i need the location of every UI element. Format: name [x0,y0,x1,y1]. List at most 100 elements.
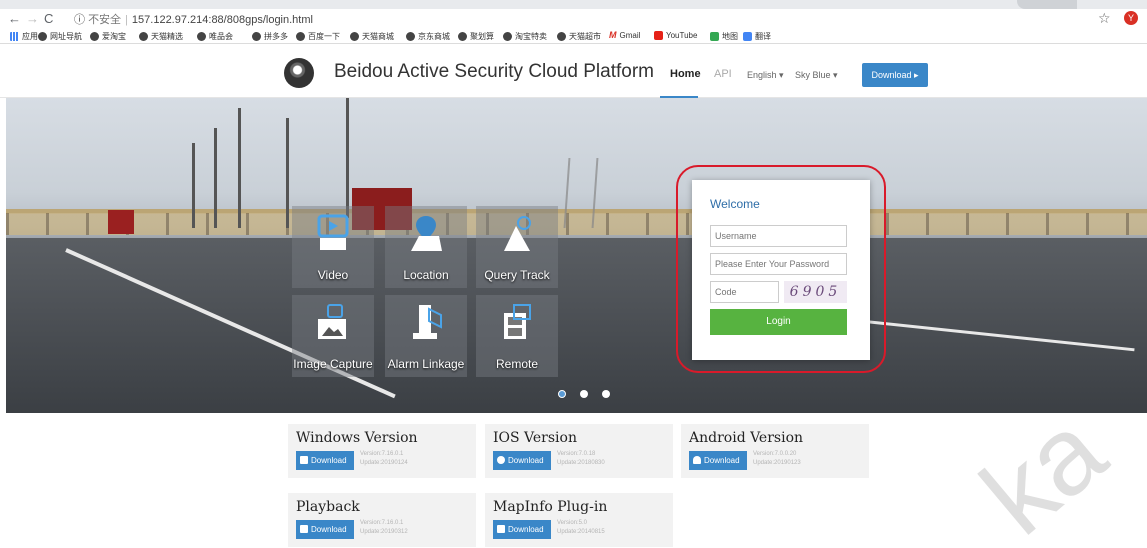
download-button[interactable]: Download [296,520,354,539]
video-icon [317,214,349,250]
bookmark-label: 网址导航 [50,32,82,41]
bookmark-item[interactable]: 天猫超市 [557,31,601,42]
bookmark-label: 翻译 [755,32,771,41]
camera-icon [318,304,346,339]
bookmark-item[interactable]: 百度一下 [296,31,340,42]
windows-icon [300,525,308,533]
youtube-icon [654,31,663,40]
download-button[interactable]: Download [296,451,354,470]
carousel-dot[interactable] [558,390,566,398]
update-text: Update:20140815 [557,529,605,535]
bookmark-item[interactable]: 聚划算 [458,31,494,42]
gmail-icon: M [609,30,617,40]
version-text: Version:5.0 [557,520,588,526]
feature-image-capture[interactable]: Image Capture [292,295,374,377]
caret-right-icon: ▸ [911,70,919,80]
username-input[interactable] [710,225,847,247]
nav-api[interactable]: API [714,68,732,80]
bookmark-item[interactable]: 爱淘宝 [90,31,126,42]
feature-remote[interactable]: Remote [476,295,558,377]
truck [108,210,134,234]
download-card-title: MapInfo Plug-in [493,499,608,515]
theme-label: Sky Blue [795,70,831,80]
back-icon[interactable]: ← [8,11,21,26]
nav-home[interactable]: Home [670,68,701,80]
url-text[interactable]: 157.122.97.214:88/808gps/login.html [132,14,313,26]
bookmark-label: 淘宝特卖 [515,32,547,41]
header-download-button[interactable]: Download ▸ [862,63,928,87]
carousel-dot[interactable] [602,390,610,398]
site-logo [284,58,314,88]
bookmark-item[interactable]: 拼多多 [252,31,288,42]
download-card-mapinfo: MapInfo Plug-in Download Version:5.0 Upda… [485,493,673,547]
feature-label: Image Capture [293,357,373,371]
globe-icon [296,32,305,41]
bookmark-youtube[interactable]: YouTube [654,31,697,40]
bookmarks-bar: 应用 网址导航 爱淘宝 天猫精选 唯品会 拼多多 百度一下 天猫商城 京东商城 … [0,30,1147,44]
site-header: Beidou Active Security Cloud Platform Ho… [0,44,1147,98]
captcha-image[interactable]: 6905 [784,281,847,303]
download-card-title: Windows Version [296,430,418,446]
bookmark-item[interactable]: 天猫精选 [139,31,183,42]
bookmark-label: 地图 [722,32,738,41]
download-card-title: Android Version [689,430,804,446]
bookmark-item[interactable]: 网址导航 [38,31,82,42]
carousel-dot[interactable] [580,390,588,398]
download-button-label: Download [704,456,740,465]
feature-video[interactable]: Video [292,206,374,288]
globe-icon [197,32,206,41]
site-title: Beidou Active Security Cloud Platform [334,61,654,82]
address-bar[interactable]: ⓘ 不安全 | 157.122.97.214:88/808gps/login.htm… [74,11,313,27]
welcome-heading: Welcome [710,197,760,211]
bookmark-gmail[interactable]: M Gmail [609,30,640,41]
reload-icon[interactable]: C [44,11,53,26]
windows-icon [300,456,308,464]
globe-icon [406,32,415,41]
road-background [6,238,1147,413]
feature-query-track[interactable]: Query Track [476,206,558,288]
globe-icon [139,32,148,41]
bookmark-label: 聚划算 [470,32,494,41]
download-card-windows: Windows Version Download Version:7.16.0.… [288,424,476,478]
street-lamp [192,143,195,228]
feature-alarm-linkage[interactable]: Alarm Linkage [385,295,467,377]
login-button[interactable]: Login [710,309,847,335]
version-text: Version:7.0.18 [557,451,596,457]
bookmark-apps[interactable]: 应用 [10,31,38,42]
download-button-label: Download [311,456,347,465]
captcha-code-input[interactable] [710,281,779,303]
version-text: Version:7.16.0.1 [360,451,404,457]
language-label: English [747,70,777,80]
login-card: Welcome 6905 Login [692,180,870,360]
download-card-android: Android Version Download Version:7.0.0.2… [681,424,869,478]
bookmark-item[interactable]: 京东商城 [406,31,450,42]
bookmark-item[interactable]: 唯品会 [197,31,233,42]
bookmark-label: 唯品会 [209,32,233,41]
bookmark-star-icon[interactable]: ☆ [1098,10,1111,27]
bookmark-label: YouTube [666,31,698,40]
browser-chrome: ← → C ⓘ 不安全 | 157.122.97.214:88/808gps/log… [0,0,1147,44]
theme-dropdown[interactable]: Sky Blue ▾ [795,70,838,81]
download-button[interactable]: Download [493,520,551,539]
info-icon[interactable]: ⓘ [74,14,85,26]
bridge-tower [563,158,599,228]
profile-avatar[interactable]: Y [1124,11,1138,25]
bookmark-item[interactable]: 天猫商城 [350,31,394,42]
feature-label: Query Track [484,268,550,282]
forward-icon[interactable]: → [26,11,39,26]
active-tab-edge[interactable] [1017,0,1077,9]
download-meta: Version:7.16.0.1 Update:20190312 [360,519,408,537]
download-button[interactable]: Download [493,451,551,470]
update-text: Update:20190124 [360,460,408,466]
language-dropdown[interactable]: English ▾ [747,70,784,81]
bookmark-maps[interactable]: 地图 [710,31,738,42]
feature-label: Video [317,268,349,282]
password-input[interactable] [710,253,847,275]
feature-location[interactable]: Location [385,206,467,288]
bookmark-translate[interactable]: 翻译 [743,31,771,42]
feature-label: Location [403,268,449,282]
download-button[interactable]: Download [689,451,747,470]
globe-icon [503,32,512,41]
bookmark-item[interactable]: 淘宝特卖 [503,31,547,42]
street-lamp [238,108,241,228]
